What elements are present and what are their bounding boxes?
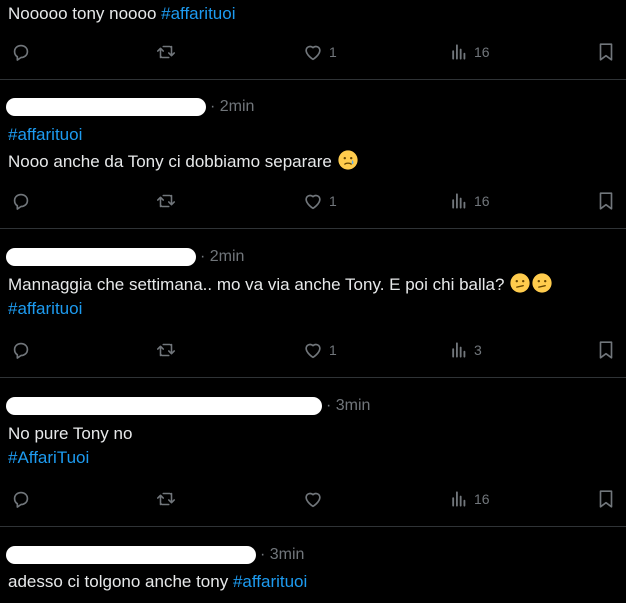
reply-button[interactable]: [10, 40, 32, 64]
repost-icon: [156, 194, 176, 208]
repost-icon: [156, 492, 176, 506]
post-timestamp[interactable]: · 3min: [260, 546, 304, 564]
post-timestamp[interactable]: · 2min: [210, 98, 254, 116]
post-4-text-line-1: No pure Tony no: [8, 424, 133, 443]
views-icon: [452, 193, 466, 209]
like-button[interactable]: 1: [302, 40, 337, 64]
post-divider: [0, 79, 626, 80]
post-4-text-line-2: #AffariTuoi: [8, 446, 89, 470]
views-icon: [452, 491, 466, 507]
redacted-username: [6, 98, 206, 116]
post-divider: [0, 377, 626, 378]
redacted-username: [6, 546, 256, 564]
post-2-text-line-2: Nooo anche da Tony ci dobbiamo separare: [8, 149, 359, 178]
bookmark-icon: [599, 43, 613, 61]
crying-face-icon: [337, 149, 359, 178]
hashtag-link[interactable]: #affarituoi: [161, 4, 235, 23]
views-icon: [452, 342, 466, 358]
hashtag-link[interactable]: #affarituoi: [233, 572, 307, 591]
repost-icon: [156, 45, 176, 59]
like-count: 1: [329, 44, 337, 60]
bookmark-icon: [599, 341, 613, 359]
views-icon: [452, 44, 466, 60]
like-button[interactable]: 1: [302, 338, 337, 362]
like-button[interactable]: 1: [302, 189, 337, 213]
heart-icon: [305, 492, 321, 508]
post-3-text-line-2: #affarituoi: [8, 297, 82, 321]
repost-button[interactable]: [155, 338, 177, 362]
views-button[interactable]: 16: [449, 487, 490, 511]
repost-button[interactable]: [155, 487, 177, 511]
post-4-header: · 3min: [6, 395, 370, 417]
repost-button[interactable]: [155, 40, 177, 64]
reply-icon: [13, 491, 29, 508]
views-button[interactable]: 16: [449, 40, 490, 64]
repost-button[interactable]: [155, 189, 177, 213]
bookmark-button[interactable]: [595, 189, 617, 213]
post-2-text-line-1: #affarituoi: [8, 123, 82, 147]
heart-icon: [305, 343, 321, 359]
heart-icon: [305, 194, 321, 210]
views-count: 16: [474, 491, 490, 507]
post-5-text-line-1: adesso ci tolgono anche tony #affarituoi: [8, 572, 308, 591]
views-count: 16: [474, 193, 490, 209]
redacted-username: [6, 248, 196, 266]
post-timestamp[interactable]: · 3min: [326, 397, 370, 415]
confused-face-icon: [509, 272, 531, 301]
post-timestamp[interactable]: · 2min: [200, 248, 244, 266]
post-divider: [0, 228, 626, 229]
reply-icon: [13, 193, 29, 210]
views-button[interactable]: 3: [449, 338, 482, 362]
post-5-header: · 3min: [6, 544, 304, 566]
bookmark-icon: [599, 192, 613, 210]
post-2-header: · 2min: [6, 96, 254, 118]
post-4-actions: 16: [0, 487, 626, 511]
hashtag-link[interactable]: #AffariTuoi: [8, 448, 89, 467]
post-2-actions: 1 16: [0, 189, 626, 213]
reply-icon: [13, 342, 29, 359]
bookmark-button[interactable]: [595, 40, 617, 64]
bookmark-button[interactable]: [595, 487, 617, 511]
repost-icon: [156, 343, 176, 357]
post-3-text-line-1: Mannaggia che settimana.. mo va via anch…: [8, 272, 553, 301]
bookmark-button[interactable]: [595, 338, 617, 362]
post-divider: [0, 526, 626, 527]
heart-icon: [305, 45, 321, 61]
redacted-username: [6, 397, 322, 415]
views-count: 3: [474, 342, 482, 358]
hashtag-link[interactable]: #affarituoi: [8, 125, 82, 144]
reply-button[interactable]: [10, 338, 32, 362]
views-button[interactable]: 16: [449, 189, 490, 213]
bookmark-icon: [599, 490, 613, 508]
post-3-header: · 2min: [6, 246, 244, 268]
post-3-actions: 1 3: [0, 338, 626, 362]
views-count: 16: [474, 44, 490, 60]
like-count: 1: [329, 342, 337, 358]
confused-face-icon: [531, 272, 553, 301]
hashtag-link[interactable]: #affarituoi: [8, 299, 82, 318]
reply-button[interactable]: [10, 487, 32, 511]
reply-button[interactable]: [10, 189, 32, 213]
post-1-text: Nooooo tony noooo #affarituoi: [8, 4, 236, 23]
reply-icon: [13, 44, 29, 61]
like-button[interactable]: [302, 487, 324, 511]
post-1-actions: 1 16: [0, 40, 626, 64]
like-count: 1: [329, 193, 337, 209]
